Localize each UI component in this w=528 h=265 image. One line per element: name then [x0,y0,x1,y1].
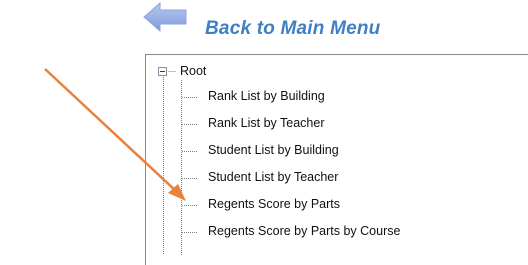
left-arrow-icon [143,2,187,32]
tree-item-regents-score-by-parts-by-course[interactable]: Regents Score by Parts by Course [208,224,400,238]
collapse-minus-icon[interactable] [158,66,167,76]
tree-root-label[interactable]: Root [180,64,206,78]
back-link-label: Back to Main Menu [205,18,381,39]
report-tree-view[interactable]: Root Rank List by Building Rank List by … [145,54,528,265]
tree-item-student-list-by-building[interactable]: Student List by Building [208,143,339,157]
tree-item-student-list-by-teacher[interactable]: Student List by Teacher [208,170,338,184]
tree-connector-lines [163,71,198,255]
tree-item-rank-list-by-building[interactable]: Rank List by Building [208,89,325,103]
tree-item-rank-list-by-teacher[interactable]: Rank List by Teacher [208,116,325,130]
tree-root-node[interactable] [158,62,167,80]
tree-item-regents-score-by-parts[interactable]: Regents Score by Parts [208,197,340,211]
